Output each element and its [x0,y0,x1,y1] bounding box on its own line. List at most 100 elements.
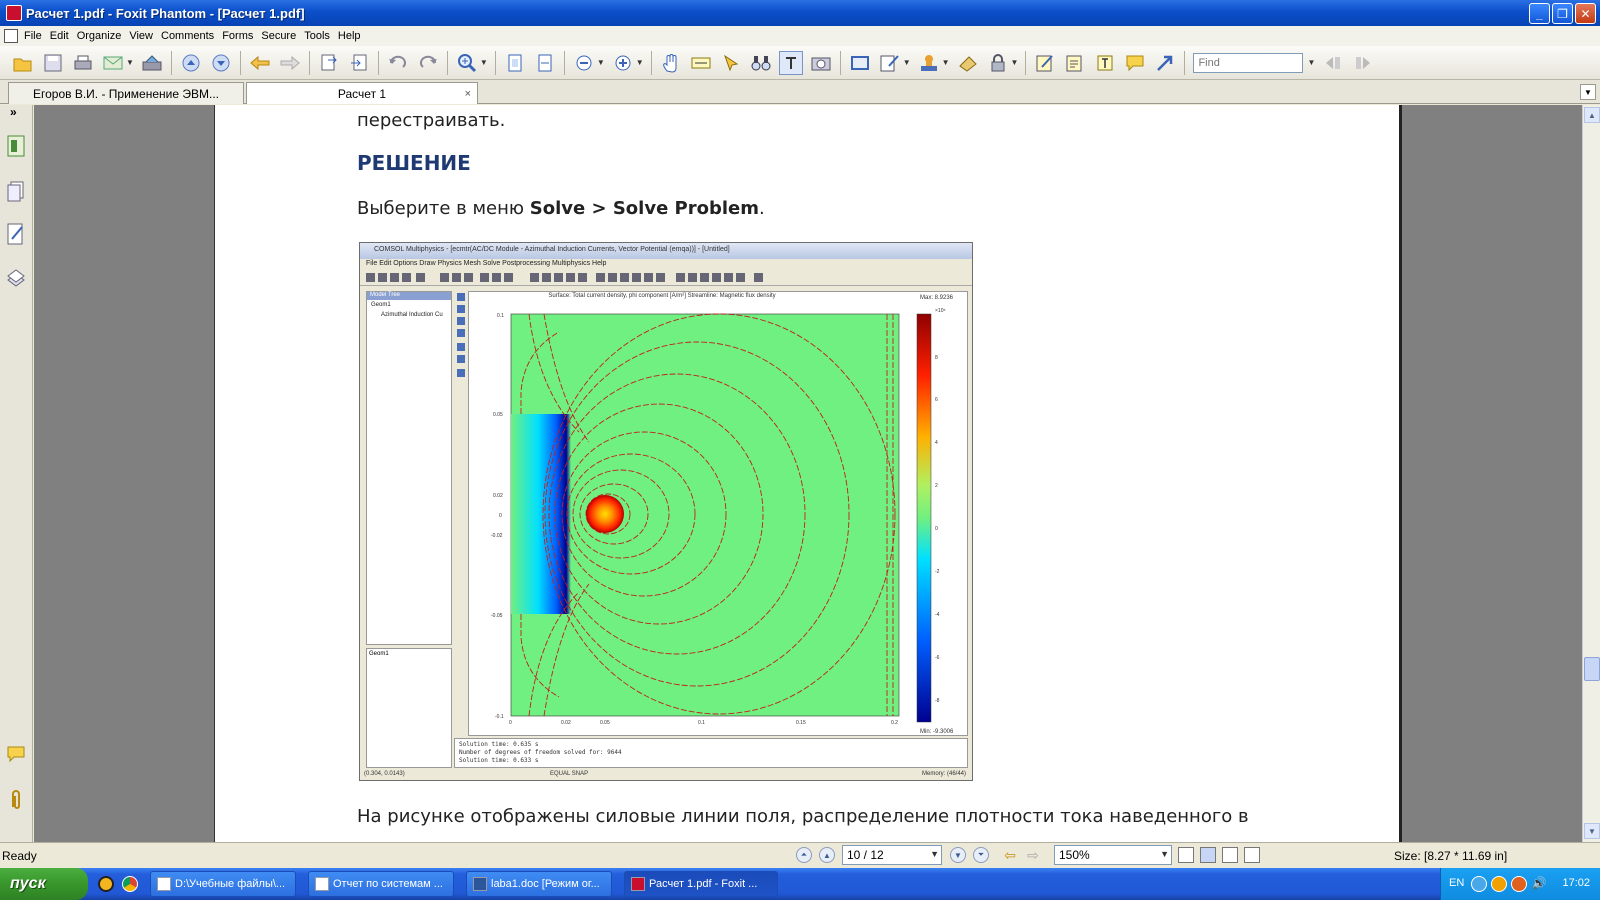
tray-volume-icon[interactable]: 🔊 [1531,876,1547,892]
quicklaunch-chrome-icon[interactable] [122,876,138,892]
tray-avast-icon[interactable] [1491,876,1507,892]
tray-update-icon[interactable] [1511,876,1527,892]
hand-icon[interactable] [659,51,683,75]
select-icon[interactable] [719,51,743,75]
menu-organize[interactable]: Organize [77,30,130,42]
tab-egorov[interactable]: Егоров В.И. - Применение ЭВМ... [8,82,244,104]
close-button[interactable]: ✕ [1575,3,1596,24]
menu-tools[interactable]: Tools [304,30,338,42]
previous-page-icon[interactable]: ▲ [819,847,835,863]
taskbar-item-explorer[interactable]: D:\Учебные файлы\... [150,871,296,897]
find-next-icon[interactable] [1351,51,1375,75]
email-dropdown-icon[interactable]: ▼ [126,58,134,67]
zoom-in-dropdown-icon[interactable]: ▼ [636,58,644,67]
edit-icon[interactable] [878,51,902,75]
page-up-icon[interactable] [179,51,203,75]
continuous-facing-layout-icon[interactable] [1244,847,1260,863]
find-dropdown-icon[interactable]: ▼ [1307,58,1315,67]
zoom-in-icon[interactable] [455,51,479,75]
email-icon[interactable] [101,51,125,75]
taskbar-item-word[interactable]: laba1.doc [Режим ог... [466,871,612,897]
open-icon[interactable] [11,51,35,75]
snapshot-icon[interactable] [809,51,833,75]
undo-icon[interactable] [386,51,410,75]
document-view[interactable]: перестраивать. РЕШЕНИЕ Выберите в меню S… [34,105,1582,842]
back-icon[interactable] [248,51,272,75]
comments-panel-icon[interactable] [5,743,27,765]
textbox-icon[interactable] [1093,51,1117,75]
zoom-out-dropdown-icon[interactable]: ▼ [597,58,605,67]
lock-icon[interactable] [986,51,1010,75]
menu-secure[interactable]: Secure [261,30,304,42]
menu-file[interactable]: File [24,30,50,42]
foxit-app-icon[interactable] [6,5,22,21]
attachments-paperclip-icon[interactable] [5,789,27,811]
zoom-level-dropdown-icon[interactable]: ▼ [1160,849,1169,859]
rectangle-icon[interactable] [848,51,872,75]
first-page-icon[interactable]: ⏶ [796,847,812,863]
single-page-layout-icon[interactable] [1178,847,1194,863]
minimize-button[interactable]: _ [1529,3,1550,24]
comment-icon[interactable] [1123,51,1147,75]
highlight-icon[interactable] [1033,51,1057,75]
tab-raschet-1[interactable]: Расчет 1 × [246,82,478,104]
zoom-level-field[interactable]: 150% ▼ [1054,845,1172,865]
last-page-icon[interactable]: ⏷ [973,847,989,863]
lock-dropdown-icon[interactable]: ▼ [1011,58,1019,67]
edit-dropdown-icon[interactable]: ▼ [903,58,911,67]
note-edit-icon[interactable] [1063,51,1087,75]
tray-network-icon[interactable] [1471,876,1487,892]
stamp-dropdown-icon[interactable]: ▼ [942,58,950,67]
forward-icon[interactable] [278,51,302,75]
expand-panel-icon[interactable]: » [10,105,17,119]
zoom-in-plus-icon[interactable] [611,51,635,75]
menu-forms[interactable]: Forms [222,30,261,42]
typewriter-icon[interactable] [778,50,803,75]
document-icon[interactable] [4,29,18,43]
language-indicator[interactable]: EN [1449,877,1464,889]
scroll-thumb[interactable] [1584,657,1600,681]
insert-icon[interactable] [347,51,371,75]
redo-icon[interactable] [416,51,440,75]
quicklaunch-avast-icon[interactable] [98,876,114,892]
page-dropdown-icon[interactable]: ▼ [930,849,939,859]
scroll-down-icon[interactable]: ▼ [1584,823,1600,839]
taskbar-item-foxit[interactable]: Расчет 1.pdf - Foxit ... [624,871,778,897]
zoom-out-minus-icon[interactable] [572,51,596,75]
page-number-field[interactable]: 10 / 12 ▼ [842,845,942,865]
extract-icon[interactable] [317,51,341,75]
restore-button[interactable]: ❐ [1552,3,1573,24]
continuous-layout-icon[interactable] [1200,847,1216,863]
arrow-icon[interactable] [1153,51,1177,75]
find-input[interactable] [1193,52,1304,73]
print-icon[interactable] [71,51,95,75]
tab-list-dropdown-icon[interactable]: ▼ [1580,84,1596,100]
save-icon[interactable] [41,51,65,75]
page-down-icon[interactable] [209,51,233,75]
find-previous-icon[interactable] [1321,51,1345,75]
menu-help[interactable]: Help [338,30,369,42]
zoom-dropdown-icon[interactable]: ▼ [480,58,488,67]
menu-comments[interactable]: Comments [161,30,222,42]
start-button[interactable]: пуск [0,868,88,900]
next-page-icon[interactable]: ▼ [950,847,966,863]
stamp-icon[interactable] [917,51,941,75]
binoculars-icon[interactable] [749,51,773,75]
fit-width-icon[interactable] [533,51,557,75]
menu-view[interactable]: View [129,30,161,42]
tab-close-icon[interactable]: × [465,88,471,100]
taskbar-item-report[interactable]: Отчет по системам ... [308,871,454,897]
menu-edit[interactable]: Edit [50,30,77,42]
select-text-icon[interactable] [689,51,713,75]
fit-page-icon[interactable] [503,51,527,75]
bookmarks-icon[interactable] [5,135,27,157]
go-back-icon[interactable]: ⇦ [1002,847,1018,863]
annotations-icon[interactable] [5,223,27,245]
pages-icon[interactable] [5,181,27,203]
vertical-scrollbar[interactable]: ▲ ▼ [1582,105,1600,842]
facing-layout-icon[interactable] [1222,847,1238,863]
scan-icon[interactable] [140,51,164,75]
go-forward-icon[interactable]: ⇨ [1025,847,1041,863]
scroll-up-icon[interactable]: ▲ [1584,107,1600,123]
attach-icon[interactable] [956,51,980,75]
